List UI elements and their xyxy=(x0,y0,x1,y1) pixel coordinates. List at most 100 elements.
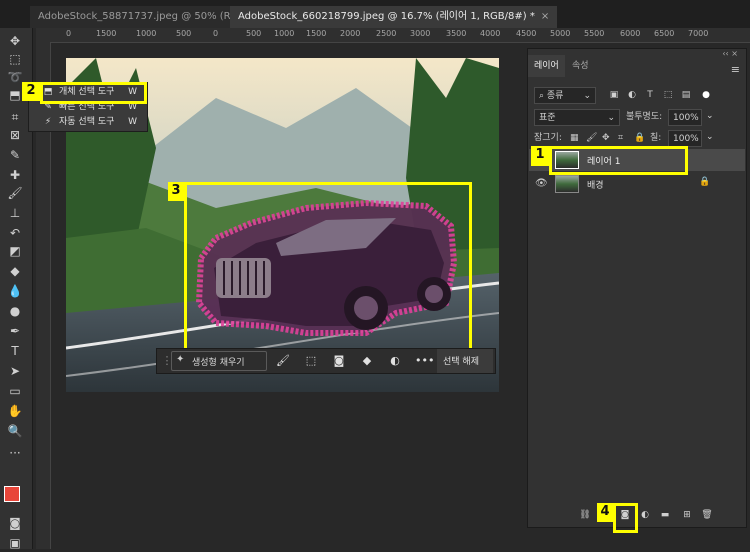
shape-filter-icon[interactable]: ⬚ xyxy=(662,89,674,101)
callout-box-3 xyxy=(184,182,472,353)
adjustment-filter-icon[interactable]: ◐ xyxy=(626,89,638,101)
magic-wand-tool-item[interactable]: ⚡ 자동 선택 도구 W xyxy=(29,114,145,130)
ruler-tick: 1500 xyxy=(96,29,117,38)
adjustment-layer-icon[interactable]: ◐ xyxy=(638,508,652,522)
new-group-icon[interactable]: ▬ xyxy=(658,508,672,522)
ruler-tick: 4500 xyxy=(516,29,537,38)
ruler-tick: 7000 xyxy=(688,29,709,38)
rectangle-tool-icon[interactable]: ▭ xyxy=(6,382,24,400)
eraser-tool-icon[interactable]: ◩ xyxy=(6,242,24,260)
clone-stamp-icon[interactable]: ⊥ xyxy=(6,204,24,222)
dodge-tool-icon[interactable]: ● xyxy=(6,302,24,320)
layer-name[interactable]: 배경 xyxy=(587,178,604,191)
ruler-tick: 1000 xyxy=(136,29,157,38)
mask-from-selection-icon[interactable]: ◙ xyxy=(331,353,347,369)
ruler-tick: 1000 xyxy=(274,29,295,38)
fill-label: 칠: xyxy=(650,133,662,143)
ruler-tick: 0 xyxy=(66,29,72,38)
foreground-color-swatch[interactable] xyxy=(4,486,20,502)
document-tab-2[interactable]: AdobeStock_660218799.jpeg @ 16.7% (레이어 1… xyxy=(230,6,558,28)
pen-tool-icon[interactable]: ✒ xyxy=(6,322,24,340)
modify-selection-icon[interactable]: 🖌 xyxy=(275,353,291,369)
callout-number-2: 2 xyxy=(22,82,40,101)
panel-menu-icon[interactable]: ≡ xyxy=(731,63,740,76)
lock-all-icon[interactable]: 🔒 xyxy=(634,131,645,145)
screen-mode-icon[interactable]: ▣ xyxy=(6,534,24,552)
ruler-tick: 0 xyxy=(213,29,219,38)
brush-tool-icon[interactable]: 🖌 xyxy=(6,184,24,202)
layer-row-background[interactable]: 👁 배경 🔒 xyxy=(529,173,745,195)
eyedropper-tool-icon[interactable]: ✎ xyxy=(6,146,24,164)
close-icon[interactable]: × xyxy=(541,11,549,22)
fill-input[interactable]: 100% xyxy=(668,130,702,147)
marquee-tool-icon[interactable]: ⬚ xyxy=(6,50,24,68)
chevron-down-icon[interactable]: ⌄ xyxy=(706,111,714,121)
hand-tool-icon[interactable]: ✋ xyxy=(6,402,24,420)
callout-box-2 xyxy=(40,82,147,104)
ruler-tick: 2500 xyxy=(376,29,397,38)
ruler-tick: 1500 xyxy=(306,29,327,38)
collapse-panel-icon[interactable]: ‹‹ × xyxy=(722,49,738,58)
opacity-input[interactable]: 100% xyxy=(668,109,702,126)
document-tab-2-label: AdobeStock_660218799.jpeg @ 16.7% (레이어 1… xyxy=(238,11,535,22)
pixel-filter-icon[interactable]: ▣ xyxy=(608,89,620,101)
tab-layers[interactable]: 레이어 xyxy=(528,55,565,77)
chevron-down-icon[interactable]: ⌄ xyxy=(706,132,714,142)
lock-artboard-icon[interactable]: ⌗ xyxy=(618,131,623,145)
generative-fill-label: 생성형 채우기 xyxy=(192,358,245,368)
healing-brush-icon[interactable]: ✚ xyxy=(6,166,24,184)
flyout-item-label: 자동 선택 도구 xyxy=(59,117,115,127)
filter-kind-value: 종류 xyxy=(546,91,564,101)
callout-number-1: 1 xyxy=(531,146,549,166)
ruler-tick: 500 xyxy=(246,29,262,38)
tab-properties[interactable]: 속성 xyxy=(566,55,595,77)
ruler-tick: 6000 xyxy=(620,29,641,38)
frame-tool-icon[interactable]: ⊠ xyxy=(6,126,24,144)
crop-tool-icon[interactable]: ⌗ xyxy=(6,108,24,126)
quick-mask-icon[interactable]: ◙ xyxy=(6,514,24,532)
ruler-tick: 5000 xyxy=(550,29,571,38)
document-tab-1-label: AdobeStock_58871737.jpeg @ 50% (RGB/8) xyxy=(38,11,259,22)
fill-selection-icon[interactable]: ◆ xyxy=(359,353,375,369)
new-layer-icon[interactable]: ⊞ xyxy=(680,508,694,522)
path-selection-icon[interactable]: ➤ xyxy=(6,362,24,380)
invert-selection-icon[interactable]: ⬚ xyxy=(303,353,319,369)
layers-panel: ‹‹ × 레이어 속성 ≡ ⌕ 종류 ⌄ ▣ ◐ T ⬚ ▤ ● 표준 ⌄ 불투명도… xyxy=(527,48,747,528)
more-options-icon[interactable]: ••• xyxy=(415,353,434,369)
deselect-label: 선택 해제 xyxy=(443,357,479,367)
callout-box-1 xyxy=(549,146,688,175)
paint-bucket-icon[interactable]: ◆ xyxy=(6,262,24,280)
ruler-tick: 4000 xyxy=(480,29,501,38)
type-filter-icon[interactable]: T xyxy=(644,89,656,101)
history-brush-icon[interactable]: ↶ xyxy=(6,224,24,242)
zoom-tool-icon[interactable]: 🔍 xyxy=(6,422,24,440)
lock-position-icon[interactable]: ✥ xyxy=(602,131,610,145)
generative-fill-button[interactable]: ✦ 생성형 채우기 xyxy=(171,351,267,371)
more-tools-icon[interactable]: ··· xyxy=(6,444,24,462)
lock-pixels-icon[interactable]: 🖌 xyxy=(586,131,597,145)
ruler-tick: 500 xyxy=(176,29,192,38)
layer-thumbnail xyxy=(555,175,579,193)
adjustment-layer-icon[interactable]: ◐ xyxy=(387,353,403,369)
link-layers-icon[interactable]: ⛓ xyxy=(578,508,592,522)
delete-layer-icon[interactable]: 🗑 xyxy=(700,508,714,522)
smartobject-filter-icon[interactable]: ▤ xyxy=(680,89,692,101)
document-tab-bar: AdobeStock_58871737.jpeg @ 50% (RGB/8)× … xyxy=(0,0,750,28)
blur-tool-icon[interactable]: 💧 xyxy=(6,282,24,300)
generative-fill-icon: ✦ xyxy=(176,354,185,365)
deselect-button[interactable]: 선택 해제 xyxy=(437,349,493,373)
lock-icon: 🔒 xyxy=(699,177,711,187)
filter-toggle-icon[interactable]: ● xyxy=(700,89,712,101)
magic-wand-icon: ⚡ xyxy=(44,117,52,127)
chevron-down-icon: ⌄ xyxy=(607,113,615,123)
move-tool-icon[interactable]: ✥ xyxy=(6,32,24,50)
callout-number-4: 4 xyxy=(597,503,613,522)
filter-kind-select[interactable]: ⌕ 종류 ⌄ xyxy=(534,87,596,104)
callout-box-4 xyxy=(613,503,638,533)
eye-icon[interactable]: 👁 xyxy=(535,178,548,189)
blend-mode-select[interactable]: 표준 ⌄ xyxy=(534,109,620,126)
opacity-label: 불투명도: xyxy=(626,112,663,122)
horizontal-ruler: 0 1500 1000 500 0 500 1000 1500 2000 250… xyxy=(36,28,750,43)
lock-transparent-icon[interactable]: ▦ xyxy=(570,131,579,145)
type-tool-icon[interactable]: T xyxy=(6,342,24,360)
